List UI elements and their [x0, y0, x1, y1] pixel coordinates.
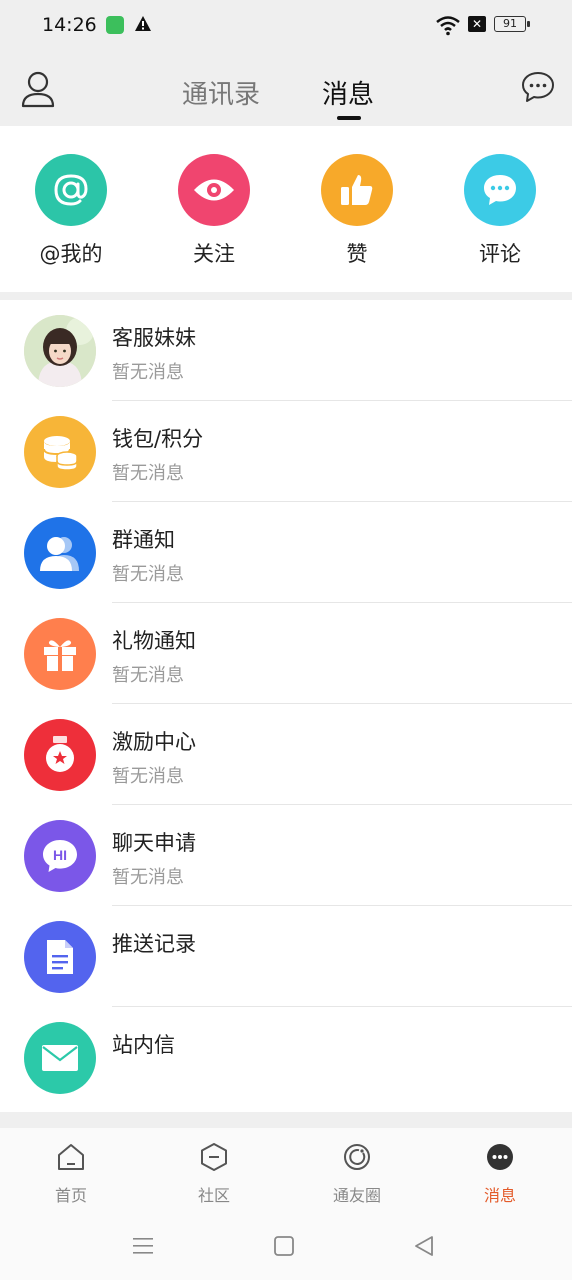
quick-actions-panel: @我的 关注 赞 评论 [0, 126, 572, 292]
battery-icon: 91 [494, 16, 530, 32]
tab-community[interactable]: 社区 [164, 1142, 264, 1206]
tab-moments[interactable]: 通友圈 [307, 1142, 407, 1206]
thumbs-up-icon [321, 154, 393, 226]
active-tab-indicator [337, 116, 361, 120]
quick-action-label: 关注 [193, 242, 235, 266]
tab-label: 消息 [483, 1186, 516, 1205]
community-icon [201, 1143, 227, 1171]
list-item-subtitle: 暂无消息 [112, 564, 184, 585]
warning-icon [135, 16, 151, 31]
profile-icon[interactable] [20, 70, 56, 108]
no-sim-icon: ✕ [468, 16, 486, 32]
quick-action-label: @我的 [39, 242, 103, 266]
list-item-gift-notice[interactable]: 礼物通知 暂无消息 [0, 603, 572, 704]
quick-action-mentions[interactable]: @我的 [11, 154, 131, 268]
list-item-customer-service[interactable]: 客服妹妹 暂无消息 [0, 300, 572, 401]
list-item-title: 激励中心 [112, 730, 196, 754]
quick-action-likes[interactable]: 赞 [297, 154, 417, 268]
tab-home[interactable]: 首页 [21, 1142, 121, 1206]
list-item-push-history[interactable]: 推送记录 [0, 906, 572, 1007]
tab-label: 社区 [197, 1186, 230, 1205]
comment-icon [464, 154, 536, 226]
message-list: 客服妹妹 暂无消息 钱包/积分 暂无消息 群通知 暂无消息 礼物通知 暂无消息 … [0, 300, 572, 1112]
tab-messages-bottom[interactable]: 消息 [450, 1142, 550, 1206]
list-item-subtitle: 暂无消息 [112, 867, 184, 888]
tab-contacts[interactable]: 通讯录 [182, 74, 260, 111]
list-item-subtitle: 暂无消息 [112, 463, 184, 484]
tab-label: 首页 [54, 1186, 87, 1205]
list-item-title: 礼物通知 [112, 629, 196, 653]
list-item-title: 推送记录 [112, 932, 196, 956]
medal-icon [24, 719, 96, 791]
customer-service-avatar [24, 315, 96, 387]
tab-messages[interactable]: 消息 [322, 74, 374, 111]
quick-action-comments[interactable]: 评论 [440, 154, 560, 268]
system-nav-bar [0, 1216, 572, 1280]
list-item-chat-request[interactable]: HI 聊天申请 暂无消息 [0, 805, 572, 906]
list-item-group-notice[interactable]: 群通知 暂无消息 [0, 502, 572, 603]
list-item-title: 客服妹妹 [112, 326, 196, 350]
wifi-icon [436, 16, 460, 36]
list-item-title: 群通知 [112, 528, 175, 552]
list-item-title: 聊天申请 [112, 831, 196, 855]
list-item-subtitle: 暂无消息 [112, 362, 184, 383]
at-icon [35, 154, 107, 226]
svg-text:HI: HI [53, 847, 67, 863]
list-item-subtitle: 暂无消息 [112, 665, 184, 686]
back-icon[interactable] [412, 1234, 436, 1258]
list-item-site-mail[interactable]: 站内信 [0, 1007, 572, 1108]
top-header: 通讯录 消息 [0, 52, 572, 126]
list-item-incentive-center[interactable]: 激励中心 暂无消息 [0, 704, 572, 805]
hi-bubble-icon: HI [24, 820, 96, 892]
status-time: 14:26 [42, 14, 97, 36]
home-button-icon[interactable] [272, 1234, 296, 1258]
eye-icon [178, 154, 250, 226]
document-icon [24, 921, 96, 993]
moments-icon [344, 1144, 370, 1170]
menu-icon[interactable] [131, 1234, 155, 1258]
tab-label: 通友圈 [332, 1186, 381, 1205]
quick-action-label: 评论 [479, 242, 521, 266]
gift-icon [24, 618, 96, 690]
list-item-title: 站内信 [112, 1033, 175, 1057]
home-icon [58, 1144, 84, 1170]
bottom-tab-bar: 首页 社区 通友圈 消息 [0, 1128, 572, 1216]
chat-more-icon[interactable] [520, 70, 556, 104]
quick-action-follow[interactable]: 关注 [154, 154, 274, 268]
status-bar: 14:26 ✕ 91 [0, 0, 572, 52]
list-item-subtitle: 暂无消息 [112, 766, 184, 787]
list-item-title: 钱包/积分 [112, 427, 204, 451]
group-icon [24, 517, 96, 589]
quick-action-label: 赞 [346, 242, 368, 266]
message-icon [487, 1144, 513, 1170]
coins-icon [24, 416, 96, 488]
app-notification-icon [106, 16, 124, 34]
mail-icon [24, 1022, 96, 1094]
list-item-wallet[interactable]: 钱包/积分 暂无消息 [0, 401, 572, 502]
